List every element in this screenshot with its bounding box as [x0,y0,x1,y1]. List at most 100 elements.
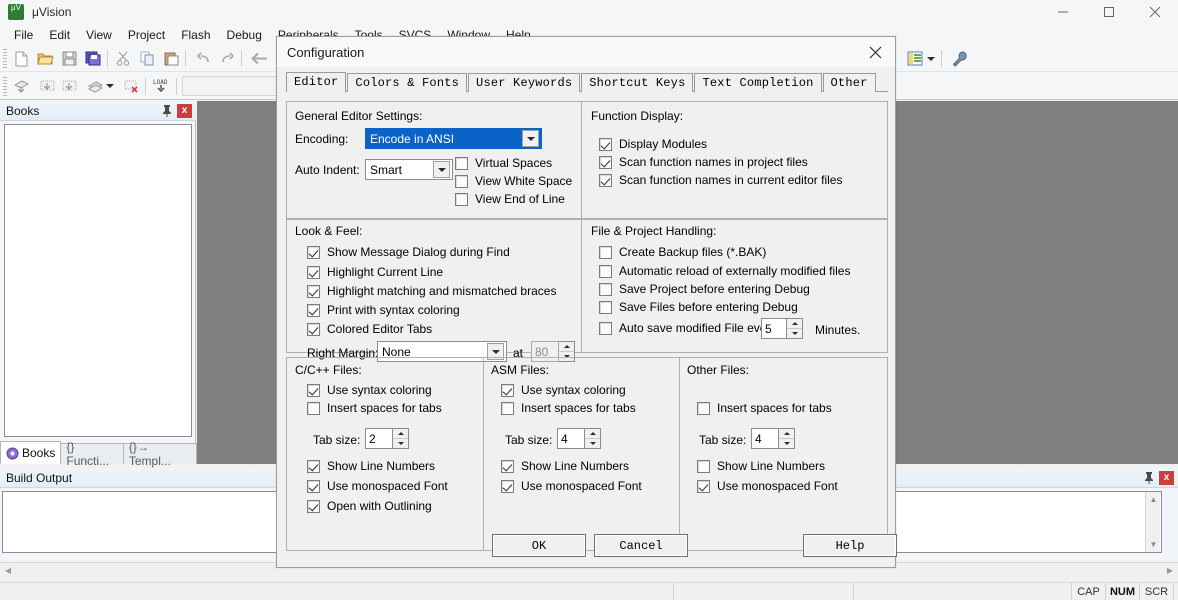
checkbox-auto-save-modified[interactable]: Auto save modified File every [599,321,776,335]
stepper-buttons[interactable] [787,318,803,339]
menu-file[interactable]: File [6,26,41,44]
checkbox-view-end-of-line[interactable]: View End of Line [455,192,565,206]
redo-icon[interactable] [216,48,238,69]
scroll-down-icon[interactable]: ▼ [1146,537,1161,552]
checkbox-box[interactable] [599,155,612,169]
checkbox-box[interactable] [501,401,514,415]
checkbox-highlight-braces[interactable]: Highlight matching and mismatched braces [307,284,556,298]
translate-icon[interactable] [10,75,32,96]
dialog-close-icon[interactable] [855,37,895,67]
stepper-buttons[interactable] [779,428,795,449]
chevron-down-icon[interactable] [925,48,937,69]
checkbox-show-message-dialog[interactable]: Show Message Dialog during Find [307,245,510,259]
menu-debug[interactable]: Debug [219,26,270,44]
checkbox-c-use-syntax-coloring[interactable]: Use syntax coloring [307,383,432,397]
ok-button[interactable]: OK [492,534,586,557]
checkbox-c-use-monospaced-font[interactable]: Use monospaced Font [307,479,448,493]
checkbox-asm-use-monospaced-font[interactable]: Use monospaced Font [501,479,642,493]
checkbox-box[interactable] [599,264,612,278]
books-content-area[interactable] [4,124,192,437]
paste-icon[interactable] [160,48,182,69]
tab-colors-fonts[interactable]: Colors & Fonts [347,73,468,92]
checkbox-save-project-before-debug[interactable]: Save Project before entering Debug [599,282,810,296]
configuration-wrench-icon[interactable] [949,48,971,69]
checkbox-view-white-space[interactable]: View White Space [455,174,572,188]
checkbox-box[interactable] [501,383,514,397]
checkbox-scan-project-files[interactable]: Scan function names in project files [599,155,808,169]
checkbox-other-show-line-numbers[interactable]: Show Line Numbers [697,459,825,473]
scroll-right-icon[interactable]: ▶ [1162,563,1178,578]
asm-tab-size-value[interactable]: 4 [557,428,585,449]
autosave-minutes-value[interactable]: 5 [761,318,787,339]
checkbox-create-backup-files[interactable]: Create Backup files (*.BAK) [599,245,766,259]
tab-templates[interactable]: {}→ Templ... [122,440,197,468]
toolbar-grip[interactable] [3,77,7,96]
checkbox-box[interactable] [599,300,612,314]
close-panel-icon[interactable]: x [1159,470,1174,485]
tab-books[interactable]: Books [0,441,62,464]
checkbox-asm-insert-spaces-for-tabs[interactable]: Insert spaces for tabs [501,401,636,415]
checkbox-asm-use-syntax-coloring[interactable]: Use syntax coloring [501,383,626,397]
menu-edit[interactable]: Edit [41,26,78,44]
c-tab-size-stepper[interactable]: 2 [365,428,409,449]
checkbox-asm-show-line-numbers[interactable]: Show Line Numbers [501,459,629,473]
other-tab-size-stepper[interactable]: 4 [751,428,795,449]
checkbox-box[interactable] [307,322,320,336]
checkbox-box[interactable] [307,383,320,397]
menu-view[interactable]: View [78,26,120,44]
cut-icon[interactable] [112,48,134,69]
rebuild-icon[interactable] [58,75,80,96]
checkbox-box[interactable] [455,192,468,206]
checkbox-box[interactable] [307,245,320,259]
checkbox-box[interactable] [599,321,612,335]
stepper-up-icon[interactable] [585,429,600,439]
checkbox-box[interactable] [307,265,320,279]
build-output-vscrollbar[interactable]: ▲ ▼ [1145,492,1160,552]
tab-shortcut-keys[interactable]: Shortcut Keys [581,73,694,92]
checkbox-c-insert-spaces-for-tabs[interactable]: Insert spaces for tabs [307,401,442,415]
checkbox-box[interactable] [599,137,612,151]
checkbox-display-modules[interactable]: Display Modules [599,137,707,151]
checkbox-box[interactable] [455,174,468,188]
checkbox-box[interactable] [307,499,320,513]
tab-functions[interactable]: {} Functi... [60,440,124,468]
checkbox-box[interactable] [599,282,612,296]
chevron-down-icon[interactable] [522,130,539,147]
scroll-left-icon[interactable]: ◀ [0,563,16,578]
checkbox-box[interactable] [455,156,468,170]
checkbox-box[interactable] [501,479,514,493]
checkbox-other-insert-spaces-for-tabs[interactable]: Insert spaces for tabs [697,401,832,415]
checkbox-box[interactable] [697,479,710,493]
stepper-up-icon[interactable] [787,319,802,329]
checkbox-box[interactable] [307,479,320,493]
checkbox-c-show-line-numbers[interactable]: Show Line Numbers [307,459,435,473]
checkbox-scan-editor-files[interactable]: Scan function names in current editor fi… [599,173,842,187]
stepper-up-icon[interactable] [559,342,574,352]
chevron-down-icon[interactable] [433,161,450,178]
tab-user-keywords[interactable]: User Keywords [468,73,581,92]
c-tab-size-value[interactable]: 2 [365,428,393,449]
checkbox-virtual-spaces[interactable]: Virtual Spaces [455,156,552,170]
build-icon[interactable] [36,75,58,96]
minimize-icon[interactable] [1040,0,1086,24]
asm-tab-size-stepper[interactable]: 4 [557,428,601,449]
window-layout-icon[interactable] [904,48,926,69]
undo-icon[interactable] [192,48,214,69]
stepper-buttons[interactable] [585,428,601,449]
stepper-up-icon[interactable] [393,429,408,439]
checkbox-other-use-monospaced-font[interactable]: Use monospaced Font [697,479,838,493]
close-panel-icon[interactable]: x [177,103,192,118]
back-arrow-icon[interactable] [248,48,270,69]
copy-icon[interactable] [136,48,158,69]
open-file-icon[interactable] [34,48,56,69]
autosave-minutes-stepper[interactable]: 5 [761,318,803,339]
save-icon[interactable] [58,48,80,69]
maximize-icon[interactable] [1086,0,1132,24]
toolbar-grip[interactable] [3,49,7,68]
stepper-down-icon[interactable] [585,439,600,448]
other-tab-size-value[interactable]: 4 [751,428,779,449]
checkbox-highlight-current-line[interactable]: Highlight Current Line [307,265,443,279]
checkbox-save-files-before-debug[interactable]: Save Files before entering Debug [599,300,798,314]
pin-icon[interactable] [1143,471,1155,485]
scroll-up-icon[interactable]: ▲ [1146,492,1161,507]
